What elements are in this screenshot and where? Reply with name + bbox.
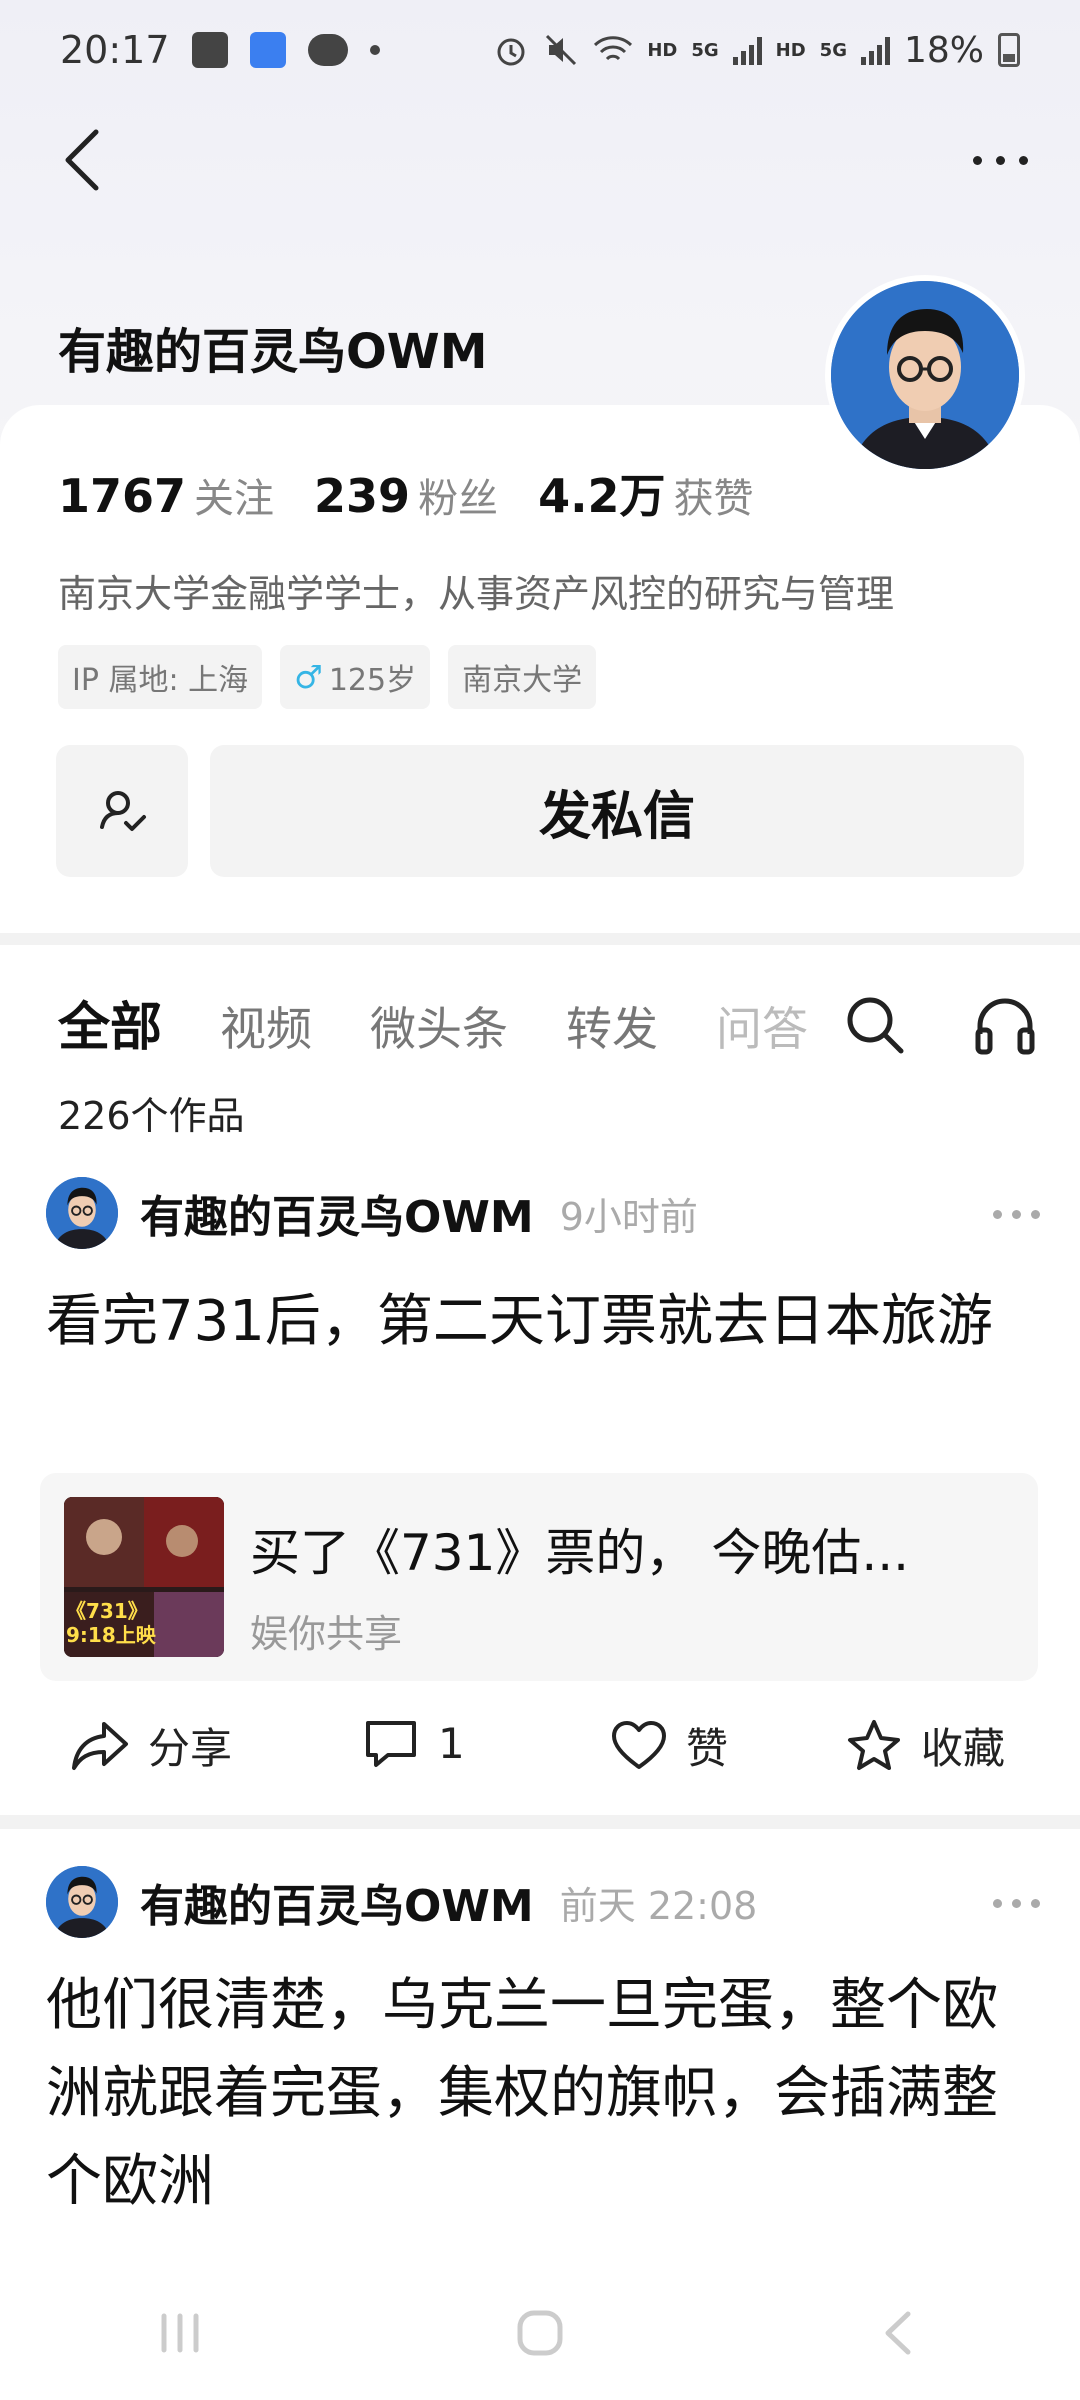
like-button[interactable]: 赞 <box>610 1715 728 1776</box>
hd-label: HD <box>775 39 806 61</box>
post-more-button[interactable] <box>993 1899 1040 1908</box>
profile-tags: IP 属地: 上海 ♂ 125岁 南京大学 <box>58 645 597 709</box>
avatar[interactable] <box>46 1177 118 1249</box>
share-icon <box>72 1721 128 1770</box>
status-bar: 20:17 HD 5G HD 5G 18% <box>0 0 1080 100</box>
profile-avatar[interactable] <box>825 275 1025 475</box>
add-user-icon <box>100 791 146 831</box>
tag-ip-location: IP 属地: 上海 <box>58 645 263 709</box>
stat-followers[interactable]: 239 粉丝 <box>314 466 498 524</box>
home-icon[interactable] <box>510 2308 570 2358</box>
tag-label: IP 属地: 上海 <box>72 663 249 698</box>
works-count: 226个作品 <box>58 1094 245 1138</box>
article-source: 娱你共享 <box>250 1612 403 1656</box>
profile-bio: 南京大学金融学学士，从事资产风控的研究与管理 <box>58 572 895 616</box>
profile-card: 1767 关注 239 粉丝 4.2万 获赞 南京大学金融学学士，从事资产风控的… <box>0 405 1080 933</box>
system-navigation-bar <box>0 2265 1080 2400</box>
profile-stats: 1767 关注 239 粉丝 4.2万 获赞 <box>58 460 754 526</box>
post-header: 有趣的百灵鸟OWM 9小时前 <box>46 1177 698 1249</box>
post-text[interactable]: 他们很清楚，乌克兰一旦完蛋，整个欧洲就跟着完蛋，集权的旗帜，会插满整个欧洲 <box>46 1962 1036 2226</box>
male-icon: ♂ <box>294 658 323 696</box>
search-icon <box>847 997 904 1054</box>
favorite-button[interactable]: 收藏 <box>845 1715 1005 1776</box>
network-label: 5G <box>819 39 847 61</box>
back-nav-icon[interactable] <box>870 2308 930 2358</box>
like-label: 赞 <box>686 1724 729 1773</box>
thumbnail-caption: 9:18上映 <box>66 1623 156 1647</box>
listen-button[interactable] <box>970 990 1040 1060</box>
article-title: 买了《731》票的， 今晚估... <box>250 1524 910 1582</box>
post-more-button[interactable] <box>993 1210 1040 1219</box>
content-tabs: 全部 视频 微头条 转发 问答 <box>58 985 808 1060</box>
share-button[interactable]: 分享 <box>70 1715 232 1776</box>
linked-article-card[interactable]: 《731》 9:18上映 买了《731》票的， 今晚估... 娱你共享 <box>40 1473 1038 1681</box>
headphone-icon <box>975 998 1035 1055</box>
favorite-label: 收藏 <box>921 1724 1006 1773</box>
tag-age: ♂ 125岁 <box>280 645 431 709</box>
stat-value: 1767 <box>58 469 187 523</box>
post-author[interactable]: 有趣的百灵鸟OWM <box>140 1870 534 1934</box>
comment-button[interactable]: 1 <box>362 1715 465 1771</box>
mute-icon <box>546 34 577 66</box>
signal-icon <box>732 35 762 65</box>
comment-icon <box>366 1721 416 1767</box>
weather-icon <box>249 32 286 68</box>
post-actions: 分享 1 赞 收藏 <box>0 1705 1080 1795</box>
wechat-icon <box>307 34 348 66</box>
article-thumbnail: 《731》 9:18上映 <box>64 1497 224 1657</box>
photo-icon <box>191 32 228 68</box>
search-button[interactable] <box>840 990 910 1060</box>
stat-value: 239 <box>314 469 411 523</box>
post-time: 9小时前 <box>559 1194 698 1239</box>
star-icon <box>848 1719 900 1770</box>
heart-icon <box>612 1720 666 1769</box>
alarm-icon <box>497 38 525 66</box>
chevron-left-icon <box>65 129 99 191</box>
section-divider <box>0 933 1080 945</box>
hd-label: HD <box>647 39 678 61</box>
stat-value: 4.2万 <box>538 469 666 523</box>
avatar-photo-icon <box>46 1866 118 1938</box>
profile-name: 有趣的百灵鸟OWM <box>58 324 488 380</box>
battery-percent: 18% <box>903 29 984 71</box>
share-label: 分享 <box>148 1724 233 1773</box>
signal-icon <box>860 35 890 65</box>
send-message-button[interactable]: 发私信 <box>210 745 1024 877</box>
post-author[interactable]: 有趣的百灵鸟OWM <box>140 1181 534 1245</box>
tag-school[interactable]: 南京大学 <box>448 645 597 709</box>
recent-apps-icon[interactable] <box>150 2308 210 2358</box>
stat-label: 获赞 <box>673 476 754 522</box>
stat-following[interactable]: 1767 关注 <box>58 466 274 524</box>
avatar[interactable] <box>46 1866 118 1938</box>
network-label: 5G <box>691 39 719 61</box>
post-text[interactable]: 看完731后，第二天订票就去日本旅游 <box>46 1278 1036 1366</box>
tag-label: 南京大学 <box>462 663 583 698</box>
follow-button[interactable] <box>56 745 188 877</box>
avatar-photo-icon <box>831 281 1019 469</box>
more-options-button[interactable] <box>960 140 1040 180</box>
stat-likes[interactable]: 4.2万 获赞 <box>538 460 754 526</box>
post-divider <box>0 1815 1080 1829</box>
post-header: 有趣的百灵鸟OWM 前天 22:08 <box>46 1866 757 1938</box>
wifi-icon <box>594 36 633 61</box>
avatar-photo-icon <box>46 1177 118 1249</box>
tab-all[interactable]: 全部 <box>58 985 162 1060</box>
tab-video[interactable]: 视频 <box>220 993 312 1059</box>
tag-label: 125岁 <box>328 663 417 698</box>
post-time: 前天 22:08 <box>559 1883 758 1928</box>
back-button[interactable] <box>52 120 122 200</box>
thumbnail-caption: 《731》 <box>66 1599 148 1623</box>
comment-count: 1 <box>438 1718 465 1768</box>
notification-dot-icon <box>369 45 380 55</box>
tab-micro-headline[interactable]: 微头条 <box>370 993 508 1059</box>
tab-qa[interactable]: 问答 <box>716 993 808 1059</box>
stat-label: 粉丝 <box>418 476 499 522</box>
battery-icon <box>998 33 1020 67</box>
status-time: 20:17 <box>60 28 170 72</box>
tab-repost[interactable]: 转发 <box>566 993 658 1059</box>
stat-label: 关注 <box>194 476 275 522</box>
